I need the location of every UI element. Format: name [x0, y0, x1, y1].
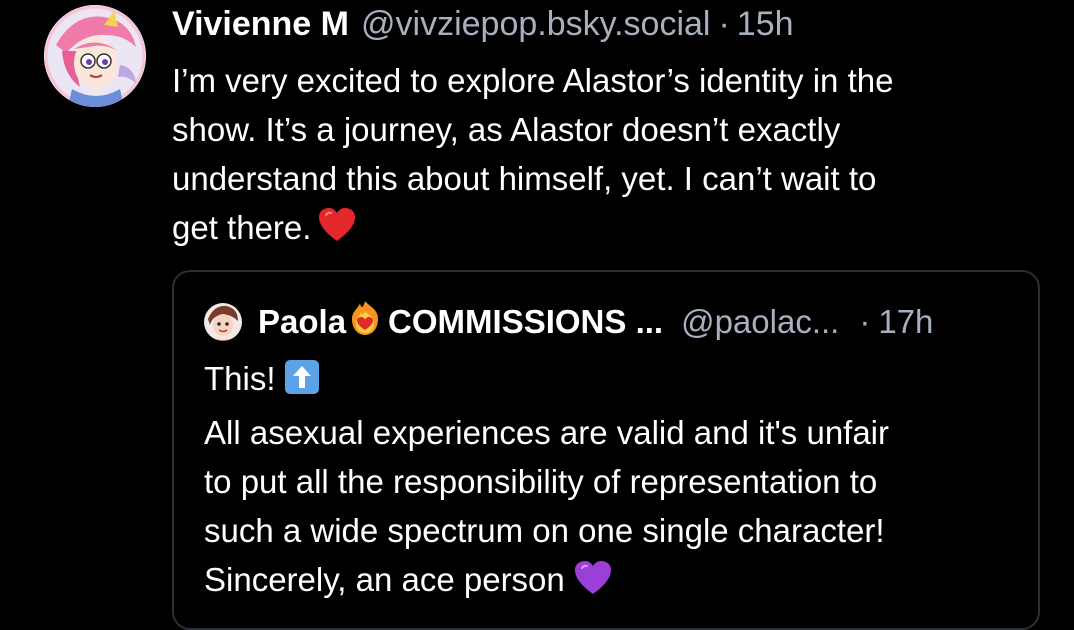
quote-header: Paola COMMISSIONS ... @paolac... · 17h — [204, 299, 1024, 345]
post-text-line: I’m very excited to explore Alastor’s id… — [172, 62, 894, 99]
purple-heart-icon — [573, 560, 613, 609]
post-text-line: get there. — [172, 209, 312, 246]
fire-heart-icon — [348, 299, 382, 345]
post-timestamp[interactable]: 15h — [737, 5, 794, 44]
quote-text-first-line: This! — [204, 354, 1024, 408]
quote-text-line: All asexual experiences are valid and it… — [204, 414, 890, 451]
quote-author-name[interactable]: Paola COMMISSIONS ... — [258, 299, 663, 345]
quote-author-suffix: COMMISSIONS ... — [388, 303, 664, 340]
author-avatar[interactable] — [44, 5, 146, 107]
quote-body: This! All asexual experiences are valid … — [204, 354, 1024, 609]
author-name[interactable]: Vivienne M — [172, 5, 349, 44]
quote-text-line: to put all the responsibility of represe… — [204, 463, 878, 500]
quote-text-line: such a wide spectrum on one single chara… — [204, 512, 885, 549]
post-text-line-last: get there. — [172, 203, 1052, 256]
quote-text-line: Sincerely, an ace person — [204, 561, 565, 598]
up-arrow-icon — [284, 359, 320, 408]
quote-author-avatar[interactable] — [204, 303, 242, 341]
avatar-illustration-icon — [44, 5, 146, 107]
quote-separator-dot: · — [859, 303, 871, 340]
quote-author-handle[interactable]: @paolac... — [681, 303, 839, 341]
post-header: Vivienne M @vivziepop.bsky.social · 15h — [172, 4, 794, 44]
quote-author-first-name: Paola — [258, 303, 347, 340]
red-heart-icon — [317, 207, 357, 256]
quote-avatar-illustration-icon — [204, 303, 242, 341]
author-handle[interactable]: @vivziepop.bsky.social — [361, 5, 710, 44]
post-body: I’m very excited to explore Alastor’s id… — [172, 56, 1052, 256]
post-text-line: show. It’s a journey, as Alastor doesn’t… — [172, 111, 841, 148]
separator-dot: · — [718, 4, 730, 43]
quote-timestamp[interactable]: 17h — [878, 303, 933, 341]
post-text-line: understand this about himself, yet. I ca… — [172, 160, 877, 197]
quote-post-card[interactable]: Paola COMMISSIONS ... @paolac... · 17h T… — [172, 270, 1040, 630]
quote-text-line: This! — [204, 360, 276, 397]
